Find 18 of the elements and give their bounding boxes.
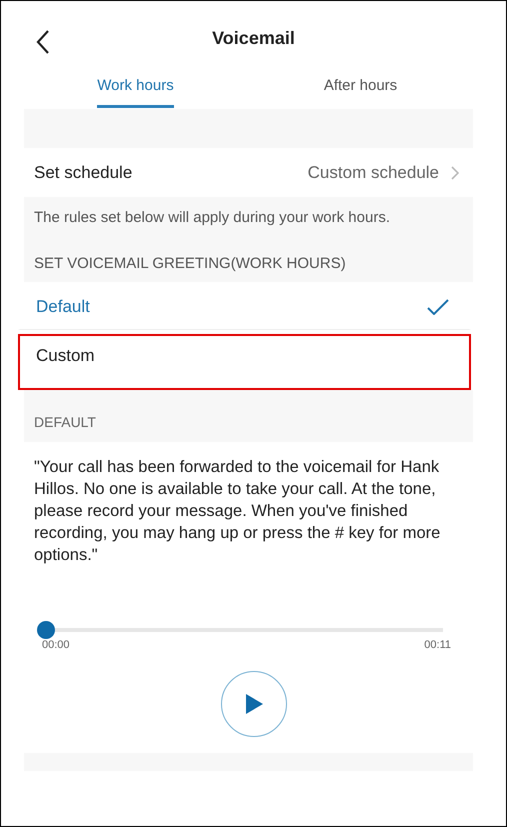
check-icon [427,298,449,314]
screen-title: Voicemail [212,28,295,48]
back-icon[interactable] [35,29,51,55]
greeting-text: "Your call has been forwarded to the voicemail for Hank Hillos. No one is available to take your call. At the tone, please record your message. When you've finished recording, you may hang up or press the # key for more options." [33,457,442,566]
greeting-option[interactable]: Custom [18,334,471,390]
slider-thumb[interactable] [37,621,55,639]
section-header: SET VOICEMAIL GREETING(WORK HOURS) [33,255,347,274]
info-text: The rules set below will apply during your work hours. [33,208,391,228]
tab[interactable]: After hours [324,71,398,108]
duration-time: 00:11 [424,639,451,651]
schedule-row[interactable]: Set schedule Custom schedule [24,148,473,197]
schedule-label: Set schedule [34,162,134,182]
chevron-icon [451,166,459,180]
greeting-option[interactable]: Default [18,282,471,330]
elapsed-time: 00:00 [42,639,70,651]
play-icon [244,693,264,715]
schedule-value: Custom schedule [308,162,439,182]
section-header: DEFAULT [33,413,97,432]
